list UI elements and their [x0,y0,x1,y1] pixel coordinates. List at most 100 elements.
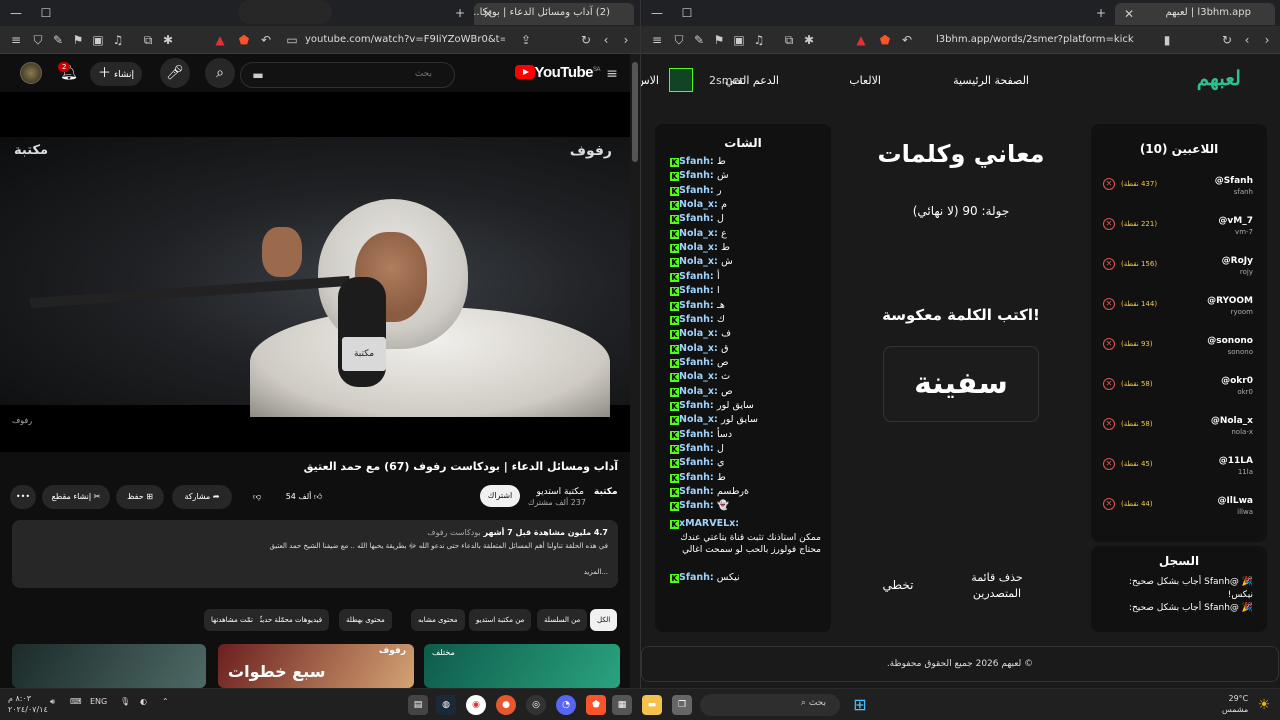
sidebar-icon[interactable]: ▣ [731,32,747,48]
show-hidden-icon[interactable]: ⌃ [162,697,169,706]
weather[interactable]: 29°C مشمس [1222,693,1248,715]
extensions-icon[interactable]: ✎ [50,32,66,48]
more-actions-button[interactable]: ••• [10,485,36,509]
page-info-icon[interactable]: ▭ [284,32,300,48]
remove-player-icon[interactable]: ✕ [1103,458,1115,470]
tabs-icon[interactable]: ⧉ [140,32,156,48]
sun-icon[interactable]: ☀ [1254,695,1274,715]
back-arrow-icon[interactable]: ↶ [899,32,915,48]
hamburger-icon[interactable]: ≡ [604,66,620,82]
right-url[interactable]: l3bhm.app/words/2smer?platform=kick [936,31,1156,49]
sidebar-icon[interactable]: ▣ [90,32,106,48]
clear-leaderboard-button[interactable]: حذف قائمة المتصدرين [957,570,1037,602]
remove-player-icon[interactable]: ✕ [1103,418,1115,430]
menu-icon[interactable]: ≡ [8,32,24,48]
left-url[interactable]: youtube.com/watch?v=F9IiYZoWBr0&t=3... [305,31,505,49]
related-video-thumbnail[interactable]: سبع خطوات رفوف [218,644,414,688]
minimize-icon[interactable]: — [8,5,24,21]
app-icon[interactable]: ▦ [612,695,632,715]
brave-shield-icon[interactable]: ⬟ [236,32,252,48]
volume-icon[interactable]: 🔊︎ [50,697,55,707]
warning-icon[interactable]: ▲ [212,32,228,48]
remove-player-icon[interactable]: ✕ [1103,218,1115,230]
filter-chip[interactable]: من السلسلة [537,609,588,631]
music-icon[interactable]: ♫ [751,32,767,48]
nav-more[interactable]: الاس [641,74,659,87]
remove-player-icon[interactable]: ✕ [1103,258,1115,270]
skip-button[interactable]: تخطي [873,578,923,592]
epic-games-icon[interactable]: ▤ [408,695,428,715]
left-scrollbar[interactable] [630,54,640,688]
warning-icon[interactable]: ▲ [853,32,869,48]
site-logo[interactable]: لعبهم [1197,66,1241,90]
filter-chip[interactable]: الكل [590,609,618,631]
back-icon[interactable]: ‹ [1239,32,1255,48]
related-video-thumbnail[interactable] [12,644,206,688]
dislike-button[interactable]: 👎︎ [240,485,274,509]
puzzle-icon[interactable]: ✱ [160,32,176,48]
remove-player-icon[interactable]: ✕ [1103,178,1115,190]
discord-icon[interactable]: ◔ [556,695,576,715]
clip-button[interactable]: إنشاء مقطع ✂ [42,485,110,509]
search-button-icon[interactable]: ⌕ [205,58,235,88]
network-icon[interactable]: ⌨ [70,697,82,706]
menu-icon[interactable]: ≡ [649,32,665,48]
bookmark-page-icon[interactable]: ▮ [1159,32,1175,48]
share-button[interactable]: مشاركة ➦ [172,485,232,509]
bookmark-icon[interactable]: ⚑ [70,32,86,48]
reload-icon[interactable]: ↻ [578,32,594,48]
minimize-icon[interactable]: — [649,5,665,21]
left-scrollbar-thumb[interactable] [632,62,638,162]
file-explorer-icon[interactable]: ▬ [642,695,662,715]
forward-icon[interactable]: › [1259,32,1275,48]
subscribe-button[interactable]: اشتراك [480,485,520,507]
remove-player-icon[interactable]: ✕ [1103,498,1115,510]
save-button[interactable]: حفظ ⊞ [116,485,164,509]
nav-games[interactable]: الالعاب [849,74,881,87]
tab-l3bhm[interactable]: l3bhm.app | لعبهم [1115,3,1275,25]
tab-youtube[interactable]: (2) آداب ومسائل الدعاء | بودكا... [474,3,634,25]
app-icon[interactable]: ● [496,695,516,715]
forward-icon[interactable]: › [618,32,634,48]
app-tray-icon[interactable]: ◐ [140,697,147,706]
nav-home[interactable]: الصفحة الرئيسية [953,74,1029,87]
taskbar-search[interactable]: بحث ⌕ [700,694,840,716]
search-input[interactable]: بحث [240,62,455,88]
filter-chip[interactable]: فيديوهات محمّلة حديثًا [251,609,330,631]
new-tab-icon[interactable]: + [452,5,468,21]
maximize-icon[interactable]: ☐ [679,5,695,21]
task-view-icon[interactable]: ❐ [672,695,692,715]
lang-indicator[interactable]: ENG [90,697,107,706]
back-arrow-icon[interactable]: ↶ [258,32,274,48]
user-avatar[interactable] [669,68,693,92]
shield-icon[interactable]: ⛉ [671,32,687,48]
filter-chip[interactable]: من مكتبة استديو [469,609,532,631]
brave-shield-icon[interactable]: ⬟ [877,32,893,48]
remove-player-icon[interactable]: ✕ [1103,298,1115,310]
tabs-icon[interactable]: ⧉ [781,32,797,48]
app-icon[interactable]: ◎ [526,695,546,715]
filter-chip[interactable]: محتوى بهطلة [339,609,392,631]
extensions-icon[interactable]: ✎ [691,32,707,48]
youtube-logo[interactable]: YouTubeSA [512,64,601,81]
close-tab-icon[interactable]: ✕ [480,6,496,22]
description-more[interactable]: ...المزيد [22,568,608,576]
remove-player-icon[interactable]: ✕ [1103,378,1115,390]
like-button[interactable]: 54 ألف 👍︎ [276,485,332,509]
new-tab-icon[interactable]: + [1093,5,1109,21]
voice-search-icon[interactable]: 🎤︎ [160,58,190,88]
bookmark-icon[interactable]: ⚑ [711,32,727,48]
video-description[interactable]: 4.7 مليون مشاهدة قبل 7 أشهر بودكاست رفوف… [12,520,618,588]
share-page-icon[interactable]: ⇪ [518,32,534,48]
shield-icon[interactable]: ⛉ [30,32,46,48]
brave-icon[interactable]: ⬟ [586,695,606,715]
channel-name[interactable]: مكتبة استديو [536,487,584,497]
close-tab-icon[interactable]: ✕ [1121,6,1137,22]
clock[interactable]: ٨:٠٣ م ٢٠٢٤/٠٧/١٤ [8,693,48,715]
filter-chip[interactable]: تمّت مشاهدتها [204,609,260,631]
create-button[interactable]: ＋ إنشاء [90,62,142,86]
avatar[interactable] [20,62,42,84]
filter-chip[interactable]: محتوى مشابه [411,609,465,631]
remove-player-icon[interactable]: ✕ [1103,338,1115,350]
steam-icon[interactable]: ◍ [436,695,456,715]
